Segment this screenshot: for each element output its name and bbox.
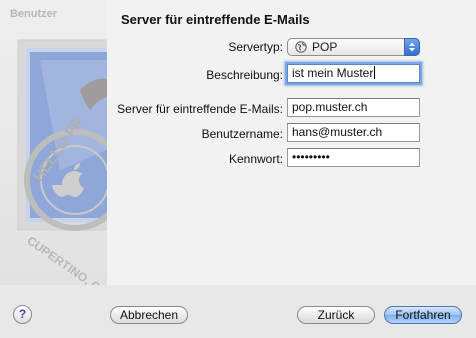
username-field[interactable]: hans@muster.ch (287, 123, 420, 142)
incoming-server-value: pop.muster.ch (292, 100, 368, 114)
postmark-text: HELLO FR CUPERTINO, CA (24, 114, 107, 285)
description-value: ist mein Muster (292, 66, 374, 80)
page-title: Server für eintreffende E-Mails (121, 12, 310, 27)
svg-text:HELLO FR: HELLO FR (30, 114, 87, 185)
password-value: ••••••••• (292, 150, 330, 164)
server-type-value: POP (312, 40, 338, 54)
mail-stamp-artwork: Benutzer HELLO FR CUPERTINO, CA (0, 0, 107, 285)
incoming-server-field[interactable]: pop.muster.ch (287, 98, 420, 117)
username-value: hans@muster.ch (292, 125, 383, 139)
server-type-popup[interactable]: POP (287, 38, 420, 56)
back-button[interactable]: Zurück (297, 306, 375, 324)
popup-arrows-icon (404, 38, 420, 56)
text-caret (374, 66, 376, 79)
username-label: Benutzername: (201, 127, 283, 141)
globe-icon (295, 41, 307, 53)
description-label: Beschreibung: (206, 68, 283, 82)
password-field[interactable]: ••••••••• (287, 148, 420, 167)
password-label: Kennwort: (228, 152, 283, 166)
help-button[interactable]: ? (13, 305, 32, 324)
incoming-server-label: Server für eintreffende E-Mails: (117, 102, 283, 116)
server-type-label: Servertyp: (228, 40, 283, 54)
description-field[interactable]: ist mein Muster (287, 64, 420, 83)
continue-button[interactable]: Fortfahren (384, 306, 462, 324)
cancel-button[interactable]: Abbrechen (110, 306, 188, 324)
svg-text:CUPERTINO, CA: CUPERTINO, CA (24, 233, 107, 285)
